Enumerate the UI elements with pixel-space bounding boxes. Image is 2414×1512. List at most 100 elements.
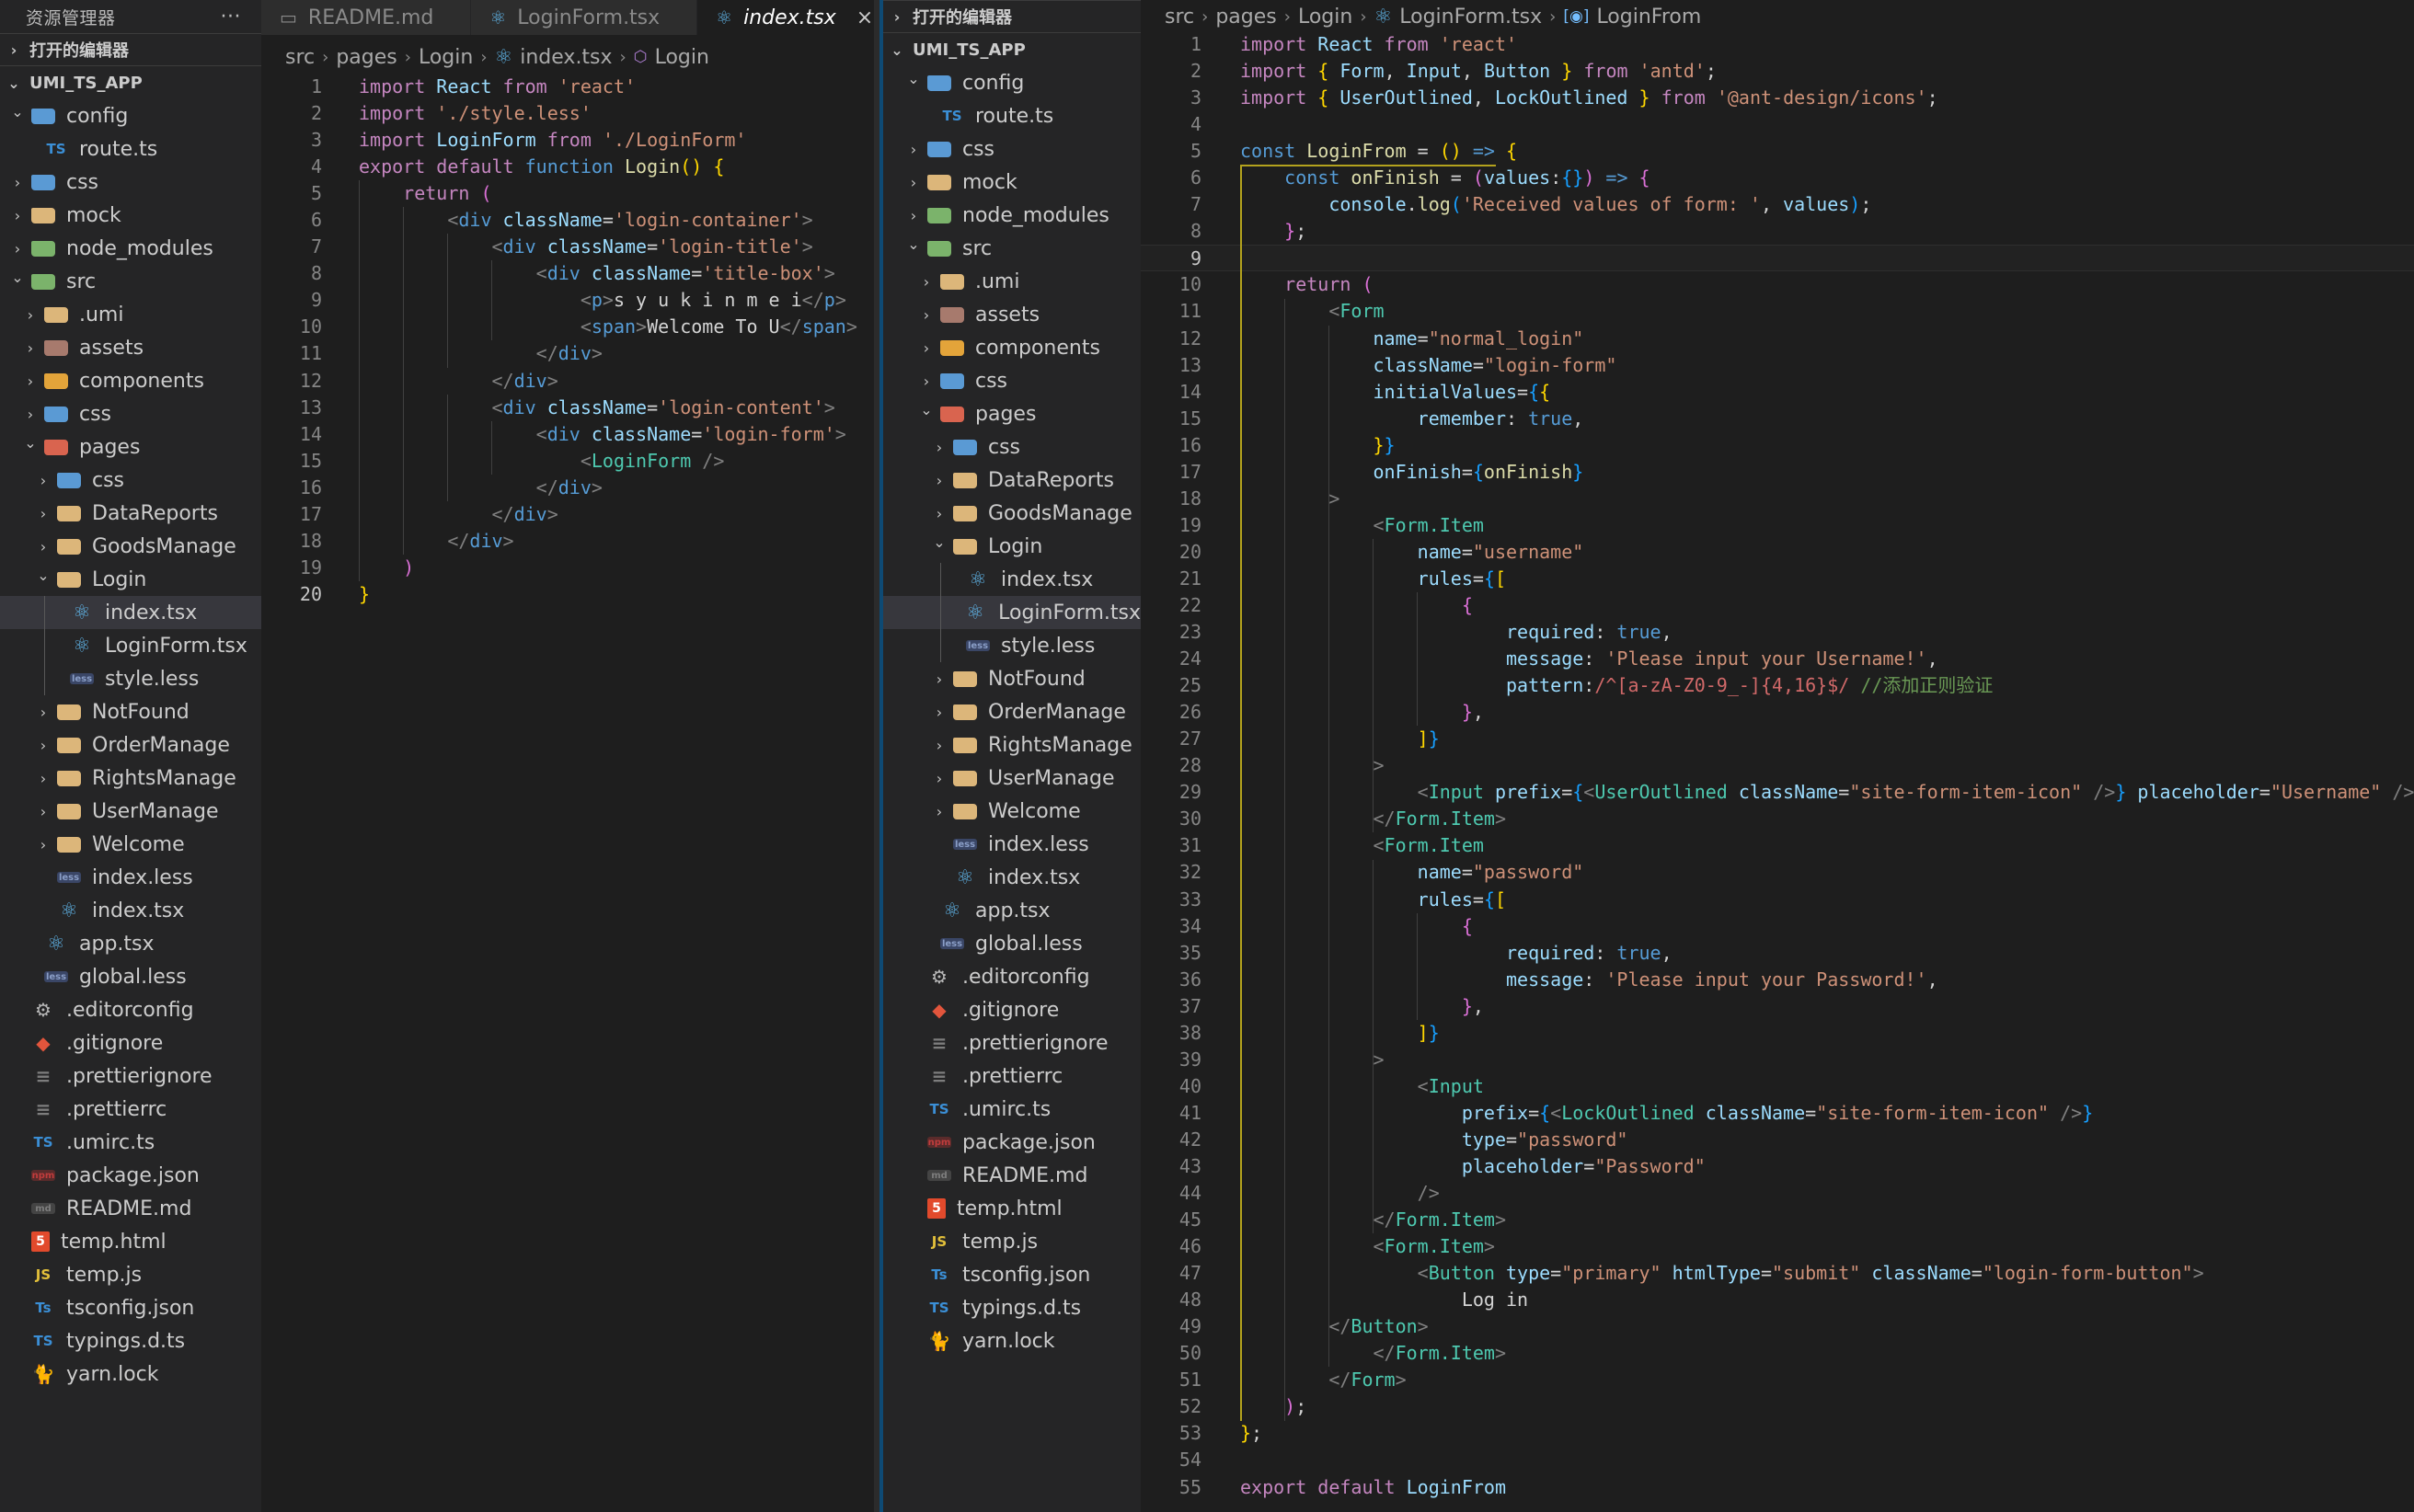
tree-item[interactable]: ◆ .gitignore xyxy=(0,1026,261,1060)
tree-item[interactable]: › OrderManage xyxy=(0,728,261,762)
tree-item[interactable]: npm package.json xyxy=(0,1159,261,1192)
tree-item[interactable]: › .umi xyxy=(883,265,1141,298)
tree-item[interactable]: 5 temp.html xyxy=(0,1225,261,1258)
project-section[interactable]: ⌄ UMI_TS_APP xyxy=(883,33,1141,66)
tree-item[interactable]: ⌄ Login xyxy=(0,563,261,596)
tree-item[interactable]: › assets xyxy=(0,331,261,364)
tree-item[interactable]: ⌄ src xyxy=(883,232,1141,265)
tree-item[interactable]: › .umi xyxy=(0,298,261,331)
code-editor-left[interactable]: 1 import React from 'react' 2 import './sty… xyxy=(261,74,881,608)
breadcrumb-item[interactable]: pages xyxy=(336,46,397,69)
tab-loginform-tsx[interactable]: ⚛ LoginForm.tsx xyxy=(471,0,698,35)
tree-item[interactable]: ⚛ LoginForm.tsx xyxy=(883,596,1141,629)
tree-item[interactable]: less index.less xyxy=(883,828,1141,861)
tree-item[interactable]: › components xyxy=(0,364,261,397)
tree-item[interactable]: md README.md xyxy=(883,1159,1141,1192)
breadcrumb-item[interactable]: LoginFrom xyxy=(1596,6,1701,29)
tree-item[interactable]: less global.less xyxy=(0,960,261,993)
tree-item[interactable]: › DataReports xyxy=(883,464,1141,497)
breadcrumb-item[interactable]: src xyxy=(1165,6,1194,29)
tree-item[interactable]: npm package.json xyxy=(883,1126,1141,1159)
tree-item[interactable]: 🐈 yarn.lock xyxy=(883,1324,1141,1357)
tree-item[interactable]: TS typings.d.ts xyxy=(883,1291,1141,1324)
tree-item[interactable]: › mock xyxy=(883,166,1141,199)
tree-item[interactable]: › NotFound xyxy=(883,662,1141,695)
breadcrumb-item[interactable]: Login xyxy=(1298,6,1352,29)
breadcrumb-item[interactable]: src xyxy=(285,46,315,69)
tree-item[interactable]: Ts tsconfig.json xyxy=(0,1291,261,1324)
tree-item[interactable]: ◆ .gitignore xyxy=(883,993,1141,1026)
tree-item[interactable]: ⚙ .editorconfig xyxy=(0,993,261,1026)
tree-item[interactable]: less global.less xyxy=(883,927,1141,960)
tree-item[interactable]: ⚛ index.tsx xyxy=(883,563,1141,596)
close-icon[interactable]: × xyxy=(856,6,873,29)
tree-item[interactable]: › components xyxy=(883,331,1141,364)
tab-index-tsx[interactable]: ⚛ index.tsx × xyxy=(697,0,881,35)
tree-item[interactable]: › mock xyxy=(0,199,261,232)
tree-item[interactable]: ⚛ app.tsx xyxy=(883,894,1141,927)
tree-item[interactable]: ⌄ Login xyxy=(883,530,1141,563)
tree-item[interactable]: › UserManage xyxy=(883,762,1141,795)
tree-item[interactable]: › RightsManage xyxy=(0,762,261,795)
tree-item[interactable]: TS .umirc.ts xyxy=(0,1126,261,1159)
tree-item[interactable]: ⚛ index.tsx xyxy=(883,861,1141,894)
tree-item[interactable]: ⌄ pages xyxy=(0,430,261,464)
tree-item[interactable]: ⚛ index.tsx xyxy=(0,894,261,927)
tree-item[interactable]: › css xyxy=(0,464,261,497)
tree-item[interactable]: Ts tsconfig.json xyxy=(883,1258,1141,1291)
code-editor-right[interactable]: 1 import React from 'react' 2 import { Form… xyxy=(1141,31,2414,1501)
tree-item[interactable]: › Welcome xyxy=(0,828,261,861)
tree-item[interactable]: less index.less xyxy=(0,861,261,894)
tree-item[interactable]: ⌄ config xyxy=(0,99,261,132)
tree-item[interactable]: JS temp.js xyxy=(883,1225,1141,1258)
breadcrumb-item[interactable]: LoginForm.tsx xyxy=(1399,6,1542,29)
tree-item[interactable]: ≡ .prettierrc xyxy=(883,1060,1141,1093)
tree-item[interactable]: TS .umirc.ts xyxy=(883,1093,1141,1126)
open-editors-section[interactable]: › 打开的编辑器 xyxy=(883,0,1141,33)
tree-item[interactable]: ≡ .prettierignore xyxy=(883,1026,1141,1060)
tree-item[interactable]: ≡ .prettierrc xyxy=(0,1093,261,1126)
tree-item[interactable]: › node_modules xyxy=(883,199,1141,232)
tree-item[interactable]: 5 temp.html xyxy=(883,1192,1141,1225)
breadcrumb-item[interactable]: index.tsx xyxy=(520,46,612,69)
tree-item[interactable]: › css xyxy=(883,132,1141,166)
tree-item[interactable]: JS temp.js xyxy=(0,1258,261,1291)
tree-item[interactable]: › css xyxy=(0,397,261,430)
tree-item[interactable]: 🐈 yarn.lock xyxy=(0,1357,261,1391)
tree-item[interactable]: ≡ .prettierignore xyxy=(0,1060,261,1093)
more-actions-icon[interactable]: ··· xyxy=(221,6,241,29)
tree-item[interactable]: ⌄ src xyxy=(0,265,261,298)
tree-item[interactable]: less style.less xyxy=(883,629,1141,662)
code-token: < xyxy=(1373,1235,1385,1258)
breadcrumb-item[interactable]: pages xyxy=(1215,6,1276,29)
tree-item[interactable]: › DataReports xyxy=(0,497,261,530)
tree-item[interactable]: md README.md xyxy=(0,1192,261,1225)
tree-item[interactable]: TS route.ts xyxy=(883,99,1141,132)
tree-item[interactable]: ⚛ index.tsx xyxy=(0,596,261,629)
breadcrumb-item[interactable]: Login xyxy=(419,46,473,69)
tree-item[interactable]: › css xyxy=(883,430,1141,464)
tree-item[interactable]: ⌄ pages xyxy=(883,397,1141,430)
tree-item[interactable]: › NotFound xyxy=(0,695,261,728)
tree-item[interactable]: › UserManage xyxy=(0,795,261,828)
tree-item[interactable]: ⚙ .editorconfig xyxy=(883,960,1141,993)
tree-item[interactable]: › assets xyxy=(883,298,1141,331)
tree-item[interactable]: › OrderManage xyxy=(883,695,1141,728)
tree-item[interactable]: › node_modules xyxy=(0,232,261,265)
breadcrumb-item[interactable]: Login xyxy=(655,46,709,69)
tree-item[interactable]: › css xyxy=(883,364,1141,397)
tree-item[interactable]: ⚛ app.tsx xyxy=(0,927,261,960)
open-editors-section[interactable]: › 打开的编辑器 xyxy=(0,33,261,66)
tree-item[interactable]: less style.less xyxy=(0,662,261,695)
project-section[interactable]: ⌄ UMI_TS_APP xyxy=(0,66,261,99)
tree-item[interactable]: ⌄ config xyxy=(883,66,1141,99)
tree-item[interactable]: › Welcome xyxy=(883,795,1141,828)
tree-item[interactable]: › RightsManage xyxy=(883,728,1141,762)
tree-item[interactable]: TS typings.d.ts xyxy=(0,1324,261,1357)
tree-item[interactable]: › GoodsManage xyxy=(883,497,1141,530)
tree-item[interactable]: › css xyxy=(0,166,261,199)
tree-item[interactable]: TS route.ts xyxy=(0,132,261,166)
tree-item[interactable]: › GoodsManage xyxy=(0,530,261,563)
tree-item[interactable]: ⚛ LoginForm.tsx xyxy=(0,629,261,662)
tab-readme-md[interactable]: ▭ README.md xyxy=(261,0,472,35)
